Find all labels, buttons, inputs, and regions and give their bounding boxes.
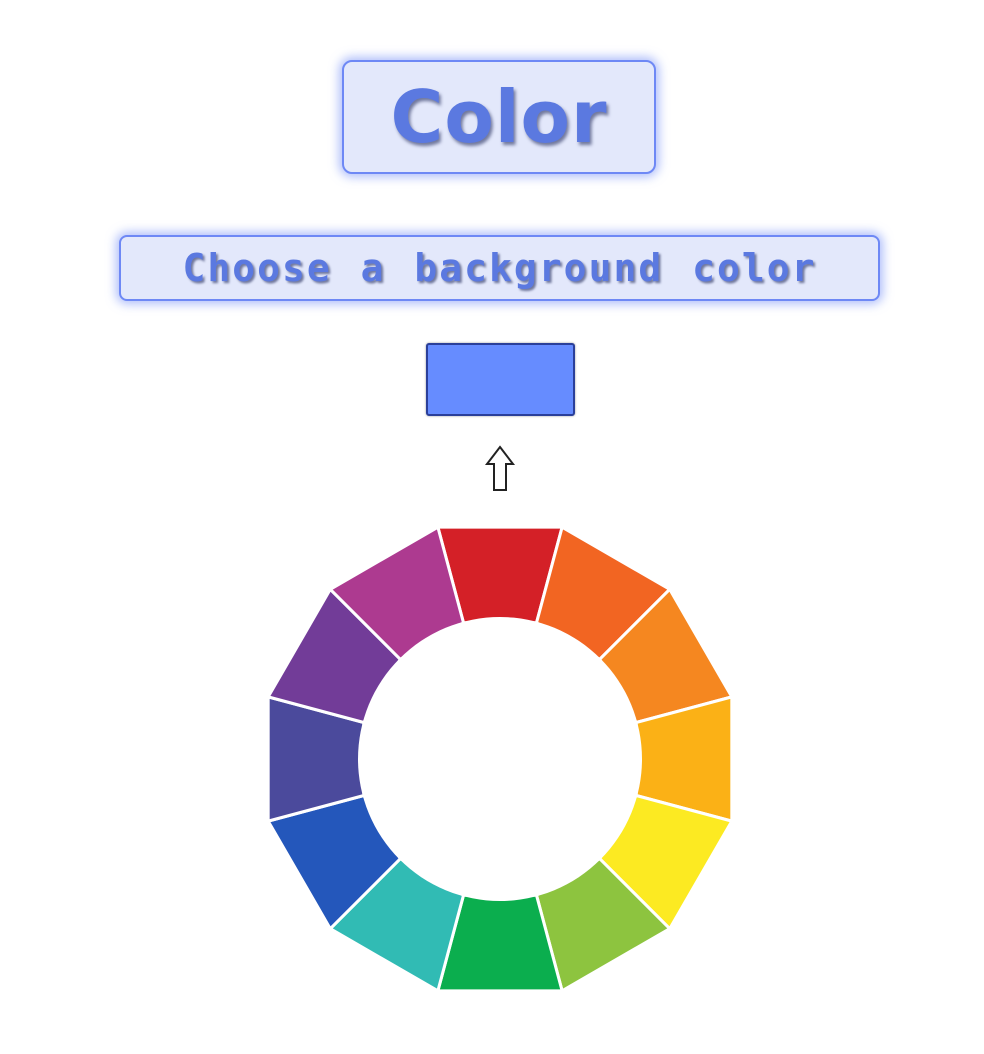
instruction-banner: Choose a background color: [119, 235, 880, 301]
page-title: Color: [390, 75, 608, 159]
instruction-text: Choose a background color: [182, 246, 817, 290]
title-banner: Color: [342, 60, 656, 174]
up-arrow-icon: [484, 445, 516, 491]
color-wheel[interactable]: [259, 518, 741, 1000]
selected-color-preview: [426, 343, 575, 416]
color-wheel-center: [358, 617, 642, 901]
